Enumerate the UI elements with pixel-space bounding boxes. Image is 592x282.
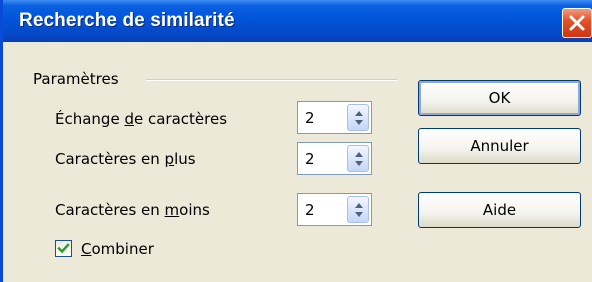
- close-button[interactable]: [562, 8, 592, 38]
- field-label-exchange: Échange de caractères: [55, 110, 228, 128]
- combine-label[interactable]: Combiner: [81, 240, 154, 258]
- close-icon: [569, 15, 585, 31]
- checkmark-icon: [57, 243, 70, 254]
- extra-chars-spinner[interactable]: 2: [297, 142, 372, 175]
- window-title: Recherche de similarité: [19, 10, 235, 31]
- field-label-fewer: Caractères en moins: [55, 201, 210, 219]
- fewer-chars-spinner[interactable]: 2: [297, 193, 372, 226]
- group-divider: [146, 79, 397, 81]
- spinner-arrows[interactable]: [347, 196, 369, 223]
- ok-button-label: OK: [488, 89, 511, 107]
- group-legend: Paramètres: [33, 70, 119, 88]
- help-button[interactable]: Aide: [418, 192, 581, 228]
- title-bar[interactable]: Recherche de similarité: [3, 0, 592, 42]
- spinner-value[interactable]: 2: [305, 201, 315, 219]
- field-label-extra: Caractères en plus: [55, 150, 196, 168]
- spinner-value[interactable]: 2: [305, 150, 315, 168]
- cancel-button-label: Annuler: [470, 137, 529, 155]
- exchange-chars-spinner[interactable]: 2: [297, 101, 372, 134]
- up-down-arrows-icon: [355, 111, 363, 125]
- help-button-label: Aide: [482, 201, 517, 219]
- up-down-arrows-icon: [355, 203, 363, 217]
- up-down-arrows-icon: [355, 152, 363, 166]
- spinner-arrows[interactable]: [347, 145, 369, 172]
- dialog-window: Recherche de similarité Paramètres Échan…: [0, 0, 592, 282]
- ok-button[interactable]: OK: [418, 80, 581, 116]
- spinner-value[interactable]: 2: [305, 109, 315, 127]
- combine-checkbox[interactable]: [55, 240, 72, 257]
- spinner-arrows[interactable]: [347, 104, 369, 131]
- cancel-button[interactable]: Annuler: [418, 128, 581, 164]
